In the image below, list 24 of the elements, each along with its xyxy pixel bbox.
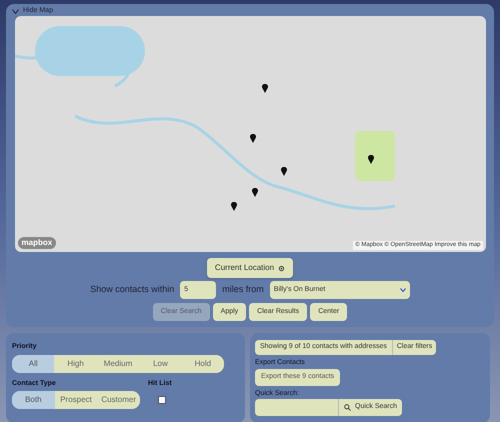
filter-option[interactable]: High	[54, 354, 97, 372]
current-location-button[interactable]: Current Location	[206, 258, 294, 278]
park-shape	[354, 131, 394, 181]
filter-option[interactable]: Hold	[182, 354, 224, 372]
filter-option[interactable]: Low	[139, 354, 182, 372]
search-icon	[344, 404, 351, 411]
map-pin-icon	[262, 84, 268, 94]
map-pin-icon	[280, 167, 287, 176]
distance-label: Show contacts within	[90, 283, 174, 296]
filter-option[interactable]: All	[12, 354, 54, 372]
hit-list-checkbox[interactable]	[158, 396, 166, 404]
mapbox-logo: mapbox	[18, 237, 56, 249]
map-pin-icon	[250, 134, 256, 143]
crosshair-icon	[278, 264, 286, 272]
miles-label: miles from	[222, 283, 264, 296]
map-pin-icon	[252, 188, 258, 198]
map-pin-icon	[368, 155, 374, 164]
filter-option[interactable]: Both	[12, 391, 55, 409]
map-pin-icon	[231, 202, 238, 212]
chevron-down-icon	[400, 288, 406, 292]
filter-option[interactable]: Medium	[96, 354, 140, 372]
filter-option[interactable]: Customer	[97, 391, 140, 409]
filter-option[interactable]: Prospect	[54, 391, 98, 409]
chevron-icon	[12, 8, 19, 14]
